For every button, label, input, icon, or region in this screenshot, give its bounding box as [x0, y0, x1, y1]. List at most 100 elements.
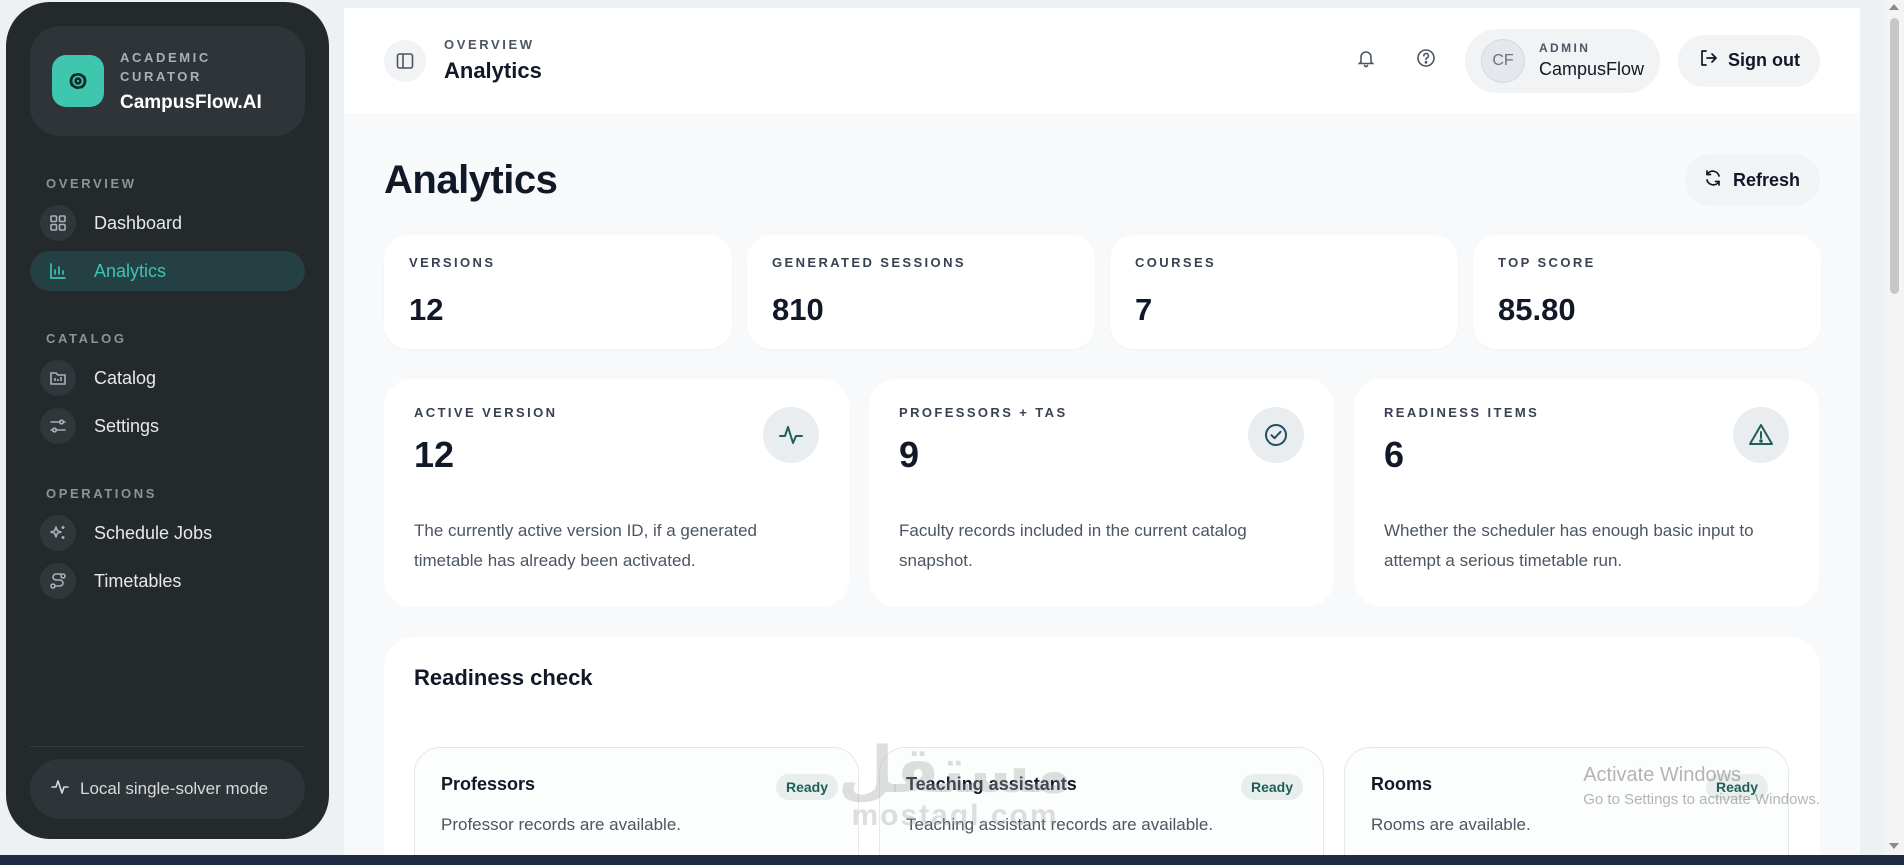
- kpi-value: 12: [414, 434, 455, 475]
- sidebar-toggle-button[interactable]: [384, 39, 426, 82]
- brand-logo-icon: [52, 55, 104, 107]
- mostaql-watermark-url: mostaql.com: [851, 799, 1059, 832]
- breadcrumb-page: Analytics: [444, 58, 542, 83]
- refresh-button[interactable]: Refresh: [1684, 154, 1820, 206]
- stat-card-top-score: TOP SCORE 85.80: [1473, 235, 1821, 349]
- user-menu[interactable]: CF ADMIN CampusFlow: [1464, 28, 1661, 93]
- sidebar-divider: [30, 746, 305, 747]
- scroll-up-arrow-icon[interactable]: [1889, 4, 1899, 10]
- sidebar-item-label: Settings: [94, 415, 160, 436]
- main-area: OVERVIEW Analytics CF ADMIN CampusFlow S…: [344, 8, 1860, 865]
- sidebar-item-settings[interactable]: Settings: [30, 406, 305, 446]
- help-button[interactable]: [1405, 40, 1447, 82]
- os-taskbar: [0, 855, 1904, 865]
- kpi-card-readiness-items: READINESS ITEMS 6 Whether the scheduler …: [1354, 379, 1819, 607]
- kpi-description: Whether the scheduler has enough basic i…: [1384, 521, 1754, 570]
- solver-mode-label: Local single-solver mode: [80, 779, 269, 798]
- notifications-button[interactable]: [1345, 40, 1387, 82]
- page-scrollbar[interactable]: [1884, 0, 1904, 855]
- warning-icon: [1733, 407, 1789, 463]
- catalog-icon: [40, 360, 76, 396]
- status-badge: Ready: [1240, 774, 1303, 800]
- nav-heading: OPERATIONS: [46, 486, 157, 501]
- sign-out-icon: [1698, 48, 1718, 73]
- solver-mode-badge[interactable]: Local single-solver mode: [30, 759, 305, 819]
- sidebar-item-label: Catalog: [94, 367, 157, 388]
- stat-card-versions: VERSIONS 12: [384, 235, 732, 349]
- user-name: CampusFlow: [1538, 59, 1645, 79]
- avatar: CF: [1480, 38, 1525, 83]
- user-role: ADMIN: [1538, 41, 1591, 55]
- sidebar-item-dashboard[interactable]: Dashboard: [30, 203, 305, 243]
- sidebar-item-timetables[interactable]: Timetables: [30, 561, 305, 601]
- readiness-item-desc: Professor records are available.: [441, 815, 682, 834]
- bar-chart-icon: [40, 253, 76, 289]
- kpi-value: 6: [1384, 434, 1405, 475]
- kpi-value: 9: [899, 434, 920, 475]
- readiness-title: Readiness check: [414, 665, 593, 690]
- activate-windows-title: Activate Windows: [1583, 764, 1742, 786]
- breadcrumb: OVERVIEW Analytics: [444, 37, 542, 84]
- page-content: Analytics Refresh VERSIONS 12 GENERATED …: [344, 154, 1860, 865]
- sidebar-item-analytics[interactable]: Analytics: [30, 251, 305, 291]
- refresh-label: Refresh: [1732, 169, 1800, 190]
- stat-value: 12: [409, 292, 444, 327]
- stat-label: GENERATED SESSIONS: [772, 255, 966, 270]
- sidebar-item-label: Timetables: [94, 570, 182, 591]
- kpi-description: The currently active version ID, if a ge…: [414, 521, 757, 570]
- bell-icon: [1356, 48, 1376, 73]
- stat-card-generated-sessions: GENERATED SESSIONS 810: [747, 235, 1095, 349]
- nav-heading: OVERVIEW: [46, 176, 137, 191]
- breadcrumb-section: OVERVIEW: [444, 37, 535, 52]
- refresh-icon: [1703, 168, 1723, 193]
- topbar: OVERVIEW Analytics CF ADMIN CampusFlow S…: [344, 8, 1860, 113]
- sidebar-item-catalog[interactable]: Catalog: [30, 358, 305, 398]
- sparkle-icon: [40, 515, 76, 551]
- sidebar-item-schedule-jobs[interactable]: Schedule Jobs: [30, 513, 305, 553]
- scroll-thumb[interactable]: [1890, 18, 1899, 294]
- kpi-label: ACTIVE VERSION: [414, 405, 558, 420]
- grid-icon: [40, 205, 76, 241]
- brand-card[interactable]: ACADEMIC CURATOR CampusFlow.AI: [30, 26, 305, 136]
- sliders-icon: [40, 408, 76, 444]
- readiness-item-professors: Professors Professor records are availab…: [414, 747, 859, 865]
- page-title: Analytics: [384, 157, 558, 202]
- stats-row: VERSIONS 12 GENERATED SESSIONS 810 COURS…: [384, 235, 1821, 349]
- stat-label: VERSIONS: [409, 255, 496, 270]
- stat-label: TOP SCORE: [1498, 255, 1596, 270]
- readiness-item-desc: Rooms are available.: [1371, 815, 1531, 834]
- mostaql-watermark: مستقل mostaql.com: [838, 734, 1073, 832]
- nav-section-catalog: CATALOG Catalog Settings: [30, 331, 305, 454]
- stat-value: 85.80: [1498, 292, 1576, 327]
- sidebar-item-label: Dashboard: [94, 212, 183, 233]
- readiness-item-name: Professors: [441, 774, 536, 794]
- kpi-row: ACTIVE VERSION 12 The currently active v…: [384, 379, 1820, 607]
- route-icon: [40, 563, 76, 599]
- scroll-down-arrow-icon[interactable]: [1889, 843, 1899, 849]
- activate-windows-subtitle: Go to Settings to activate Windows.: [1583, 791, 1820, 808]
- stat-card-courses: COURSES 7: [1110, 235, 1458, 349]
- help-icon: [1416, 48, 1436, 73]
- activity-icon: [50, 777, 70, 802]
- activate-windows-watermark: Activate Windows Go to Settings to activ…: [1583, 764, 1820, 808]
- kpi-label: PROFESSORS + TAS: [899, 405, 1068, 420]
- mostaql-watermark-arabic: مستقل: [838, 734, 1073, 806]
- kpi-label: READINESS ITEMS: [1384, 405, 1540, 420]
- sidebar: ACADEMIC CURATOR CampusFlow.AI OVERVIEW …: [6, 2, 329, 839]
- nav-heading: CATALOG: [46, 331, 127, 346]
- sidebar-item-label: Schedule Jobs: [94, 522, 213, 543]
- sign-out-label: Sign out: [1728, 50, 1800, 70]
- stat-label: COURSES: [1135, 255, 1217, 270]
- kpi-description: Faculty records included in the current …: [899, 521, 1247, 570]
- check-circle-icon: [1248, 407, 1304, 463]
- sign-out-button[interactable]: Sign out: [1678, 34, 1820, 87]
- kpi-card-active-version: ACTIVE VERSION 12 The currently active v…: [384, 379, 849, 607]
- activity-icon: [763, 407, 819, 463]
- status-badge: Ready: [775, 774, 838, 800]
- brand-subtitle: ACADEMIC CURATOR: [120, 50, 211, 84]
- brand-name: CampusFlow.AI: [120, 92, 262, 113]
- nav-section-operations: OPERATIONS Schedule Jobs Timetables: [30, 486, 305, 609]
- nav-section-overview: OVERVIEW Dashboard Analytics: [30, 176, 305, 299]
- kpi-card-professors-tas: PROFESSORS + TAS 9 Faculty records inclu…: [869, 379, 1334, 607]
- stat-value: 810: [772, 292, 824, 327]
